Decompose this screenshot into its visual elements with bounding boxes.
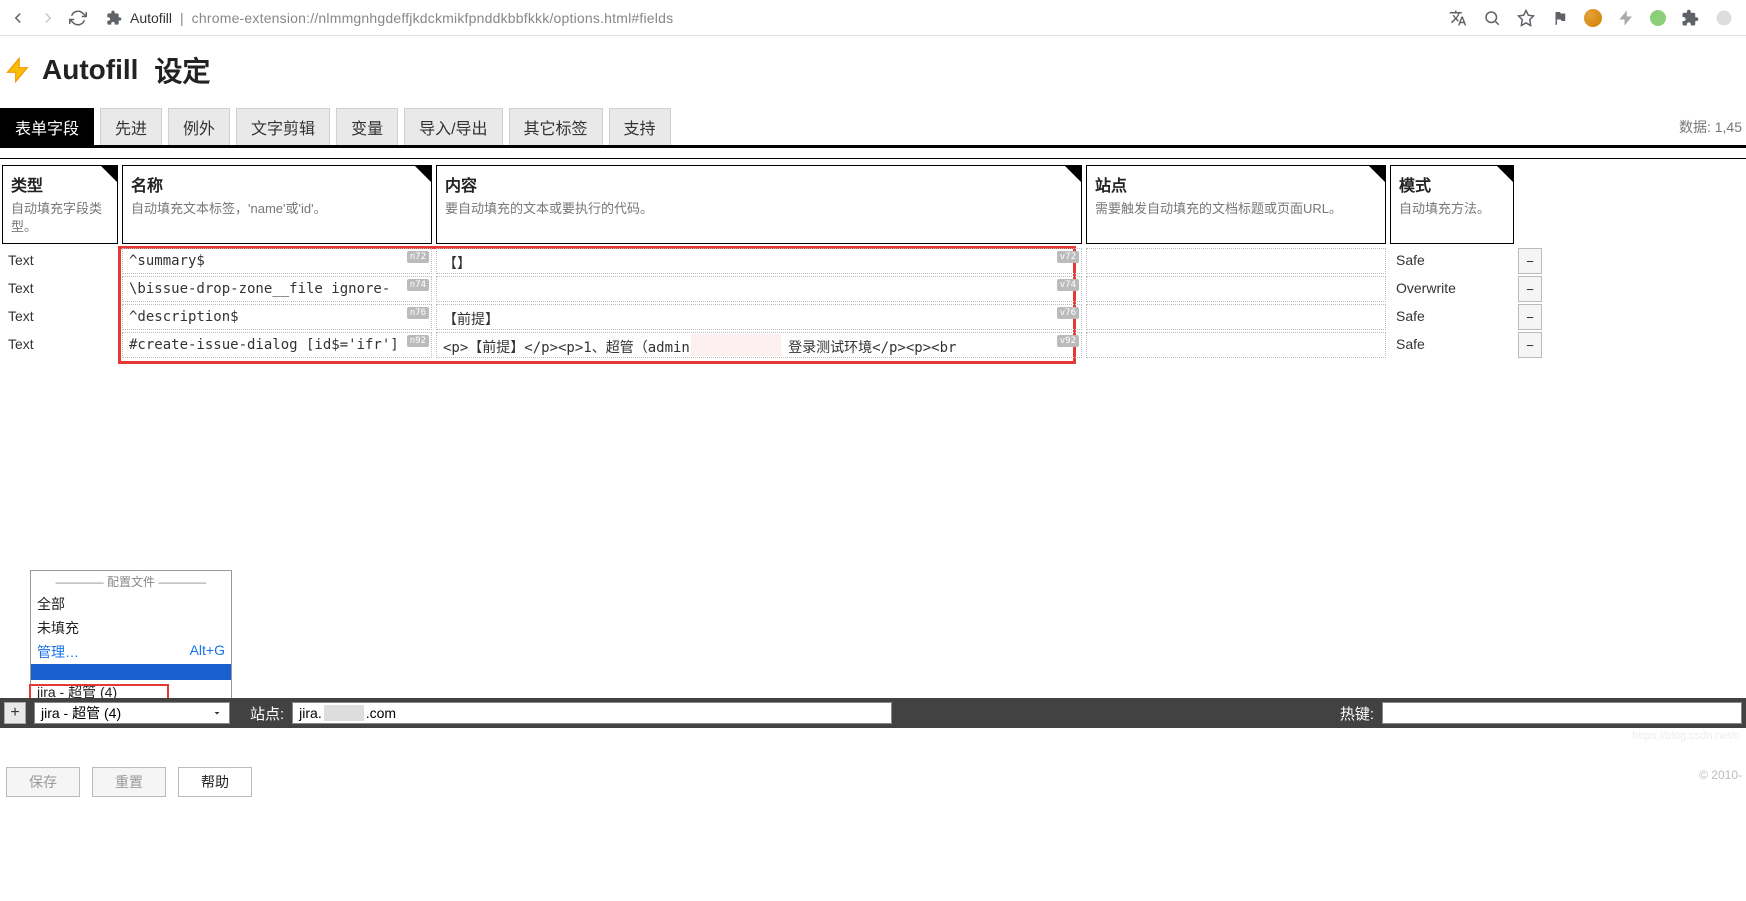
back-button[interactable]: [8, 8, 28, 28]
copyright: © 2010-: [1699, 768, 1742, 782]
mode-cell[interactable]: Overwrite: [1390, 276, 1514, 302]
reload-button[interactable]: [68, 8, 88, 28]
content-cell[interactable]: 【】v72: [436, 248, 1082, 274]
profile-popup: ———— 配置文件 ———— 全部 未填充 管理… Alt+G jira - 超…: [30, 570, 232, 705]
page-title: Autofill: [42, 54, 138, 86]
type-cell[interactable]: Text: [2, 248, 118, 274]
profile-item-unfilled[interactable]: 未填充: [31, 616, 231, 640]
tab-fields[interactable]: 表单字段: [0, 108, 94, 145]
profile-select[interactable]: jira - 超管 (4): [34, 702, 230, 724]
profile-popup-header: ———— 配置文件 ————: [31, 571, 231, 592]
autofill-ext-icon[interactable]: [1616, 8, 1636, 28]
chevron-down-icon: [211, 707, 223, 719]
mode-cell[interactable]: Safe: [1390, 304, 1514, 330]
name-cell[interactable]: ^description$n76: [122, 304, 432, 330]
mode-cell[interactable]: Safe: [1390, 332, 1514, 358]
translate-icon[interactable]: [1448, 8, 1468, 28]
bookmark-icon[interactable]: [1516, 8, 1536, 28]
row-action-button[interactable]: −: [1518, 332, 1542, 358]
url-text: chrome-extension://nlmmgnhgdeffjkdckmikf…: [192, 10, 674, 26]
avatar-icon[interactable]: [1714, 8, 1734, 28]
tab-variables[interactable]: 变量: [336, 108, 398, 145]
row-action-button[interactable]: −: [1518, 276, 1542, 302]
col-site: 站点需要触发自动填充的文档标题或页面URL。: [1086, 165, 1386, 244]
save-button[interactable]: 保存: [6, 767, 80, 797]
site-cell[interactable]: [1086, 248, 1386, 274]
tab-textclip[interactable]: 文字剪辑: [236, 108, 330, 145]
tab-import-export[interactable]: 导入/导出: [404, 108, 502, 145]
content-cell[interactable]: 【前提】v76: [436, 304, 1082, 330]
site-input[interactable]: jira. .com: [292, 702, 892, 724]
profile-item-manage[interactable]: 管理… Alt+G: [31, 640, 231, 664]
row-action-button[interactable]: −: [1518, 304, 1542, 330]
content-cell[interactable]: <p>【前提】</p><p>1、超管（admin /Ab123456）登录测试环…: [436, 332, 1082, 358]
redacted-area: [324, 705, 364, 721]
col-mode: 模式自动填充方法。: [1390, 165, 1514, 244]
profile-selection-highlight[interactable]: [31, 664, 231, 680]
table-row: Text ^summary$n72 【】v72 Safe −: [0, 248, 1746, 274]
name-cell[interactable]: #create-issue-dialog [id$='ifr']n92: [122, 332, 432, 358]
tab-support[interactable]: 支持: [609, 108, 671, 145]
tab-exceptions[interactable]: 例外: [168, 108, 230, 145]
profile-item-all[interactable]: 全部: [31, 592, 231, 616]
extension-icon: [106, 10, 122, 26]
flag-icon[interactable]: [1550, 8, 1570, 28]
type-cell[interactable]: Text: [2, 304, 118, 330]
table-row: Text ^description$n76 【前提】v76 Safe −: [0, 304, 1746, 330]
site-label: 站点:: [250, 703, 284, 724]
col-content: 内容要自动填充的文本或要执行的代码。: [436, 165, 1082, 244]
autofill-logo-icon: [4, 56, 32, 84]
status-bar: + jira - 超管 (4) 站点: jira. .com 热键:: [0, 698, 1746, 728]
data-count: 数据: 1,45: [1679, 117, 1746, 137]
page-subtitle: 设定: [154, 50, 210, 90]
watermark: https://blog.csdn.net/o: [1632, 730, 1740, 742]
col-name: 名称自动填充文本标签，'name'或'id'。: [122, 165, 432, 244]
site-cell[interactable]: [1086, 332, 1386, 358]
row-action-button[interactable]: −: [1518, 248, 1542, 274]
content-cell[interactable]: v74: [436, 276, 1082, 302]
browser-toolbar: Autofill | chrome-extension://nlmmgnhgde…: [0, 0, 1746, 36]
site-cell[interactable]: [1086, 304, 1386, 330]
name-cell[interactable]: ^summary$n72: [122, 248, 432, 274]
table-row: Text \bissue-drop-zone__file ignore-n74 …: [0, 276, 1746, 302]
hotkey-label: 热键:: [1340, 703, 1374, 724]
reset-button[interactable]: 重置: [92, 767, 166, 797]
name-cell[interactable]: \bissue-drop-zone__file ignore-n74: [122, 276, 432, 302]
type-cell[interactable]: Text: [2, 332, 118, 358]
site-cell[interactable]: [1086, 276, 1386, 302]
table-row: Text #create-issue-dialog [id$='ifr']n92…: [0, 332, 1746, 358]
address-bar[interactable]: Autofill | chrome-extension://nlmmgnhgde…: [98, 10, 1438, 26]
tabs-bar: 表单字段 先进 例外 文字剪辑 变量 导入/导出 其它标签 支持 数据: 1,4…: [0, 108, 1746, 148]
tab-other[interactable]: 其它标签: [509, 108, 603, 145]
help-button[interactable]: 帮助: [178, 767, 252, 797]
zoom-icon[interactable]: [1482, 8, 1502, 28]
url-label: Autofill: [130, 10, 172, 26]
table-body: Text ^summary$n72 【】v72 Safe − Text \bis…: [0, 244, 1746, 358]
cookie-icon[interactable]: [1584, 9, 1602, 27]
forward-button[interactable]: [38, 8, 58, 28]
table-header: 类型自动填充字段类型。 名称自动填充文本标签，'name'或'id'。 内容要自…: [0, 159, 1746, 244]
hotkey-input[interactable]: [1382, 702, 1742, 724]
tab-advanced[interactable]: 先进: [100, 108, 162, 145]
add-profile-button[interactable]: +: [4, 702, 26, 724]
page-header: Autofill 设定: [0, 36, 1746, 100]
extensions-icon[interactable]: [1680, 8, 1700, 28]
button-bar: 保存 重置 帮助: [0, 760, 1746, 804]
mode-cell[interactable]: Safe: [1390, 248, 1514, 274]
type-cell[interactable]: Text: [2, 276, 118, 302]
profile-dot-icon[interactable]: [1650, 10, 1666, 26]
redacted-area: [691, 334, 781, 356]
col-type: 类型自动填充字段类型。: [2, 165, 118, 244]
